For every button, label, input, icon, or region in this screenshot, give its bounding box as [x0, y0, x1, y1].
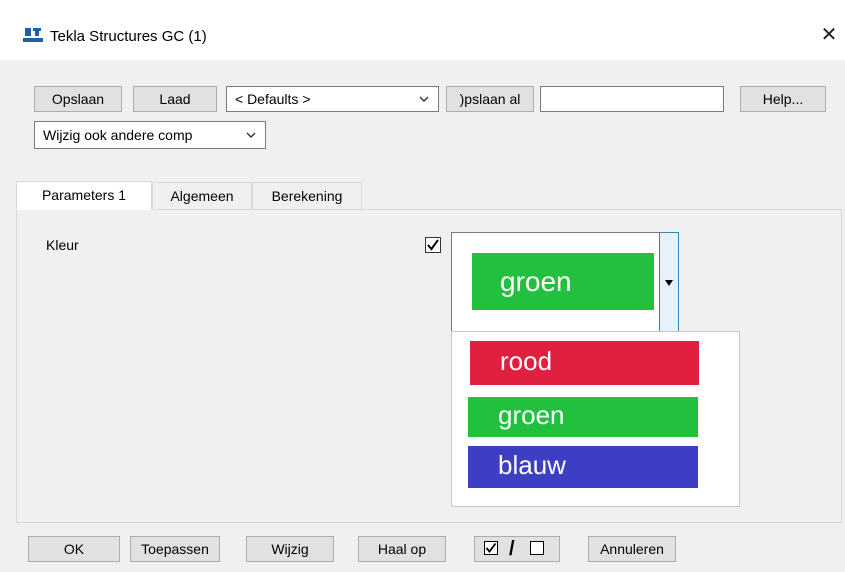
toggle-separator: / — [509, 538, 515, 560]
color-enable-checkbox[interactable] — [425, 237, 441, 253]
save-button[interactable]: Opslaan — [34, 86, 122, 112]
save-as-name-input[interactable] — [540, 86, 724, 112]
modify-button[interactable]: Wijzig — [246, 536, 334, 562]
unchecked-box-icon — [530, 541, 544, 555]
save-as-button[interactable]: )pslaan al — [446, 86, 534, 112]
color-dropdown-button[interactable] — [659, 232, 679, 332]
color-dropdown-list: rood groen blauw — [451, 331, 740, 507]
chevron-down-icon — [246, 132, 256, 138]
tab-berekening[interactable]: Berekening — [252, 182, 362, 209]
modify-filter-select[interactable]: Wijzig ook andere comp — [34, 121, 266, 149]
chevron-down-icon — [419, 96, 429, 102]
get-button[interactable]: Haal op — [358, 536, 446, 562]
apply-button[interactable]: Toepassen — [130, 536, 220, 562]
color-option-rood[interactable]: rood — [470, 341, 699, 385]
modify-filter-value: Wijzig ook andere comp — [43, 127, 193, 143]
cancel-button[interactable]: Annuleren — [588, 536, 676, 562]
toggle-all-button[interactable]: / — [474, 536, 560, 562]
tab-algemeen[interactable]: Algemeen — [152, 182, 252, 209]
checked-box-icon — [484, 541, 498, 555]
caret-down-icon — [665, 280, 673, 286]
window-title: Tekla Structures GC (1) — [50, 28, 207, 45]
preset-select-value: < Defaults > — [235, 91, 311, 107]
tekla-app-icon — [23, 28, 43, 42]
tab-parameters-1[interactable]: Parameters 1 — [16, 181, 152, 210]
help-button[interactable]: Help... — [740, 86, 826, 112]
color-option-groen[interactable]: groen — [468, 397, 698, 437]
checkmark-icon — [427, 239, 439, 251]
color-param-label: Kleur — [46, 237, 79, 253]
load-button[interactable]: Laad — [133, 86, 217, 112]
close-icon[interactable]: ✕ — [818, 24, 840, 46]
ok-button[interactable]: OK — [28, 536, 120, 562]
selected-color-swatch: groen — [472, 253, 654, 310]
preset-select[interactable]: < Defaults > — [226, 86, 439, 112]
color-option-blauw[interactable]: blauw — [468, 446, 698, 488]
